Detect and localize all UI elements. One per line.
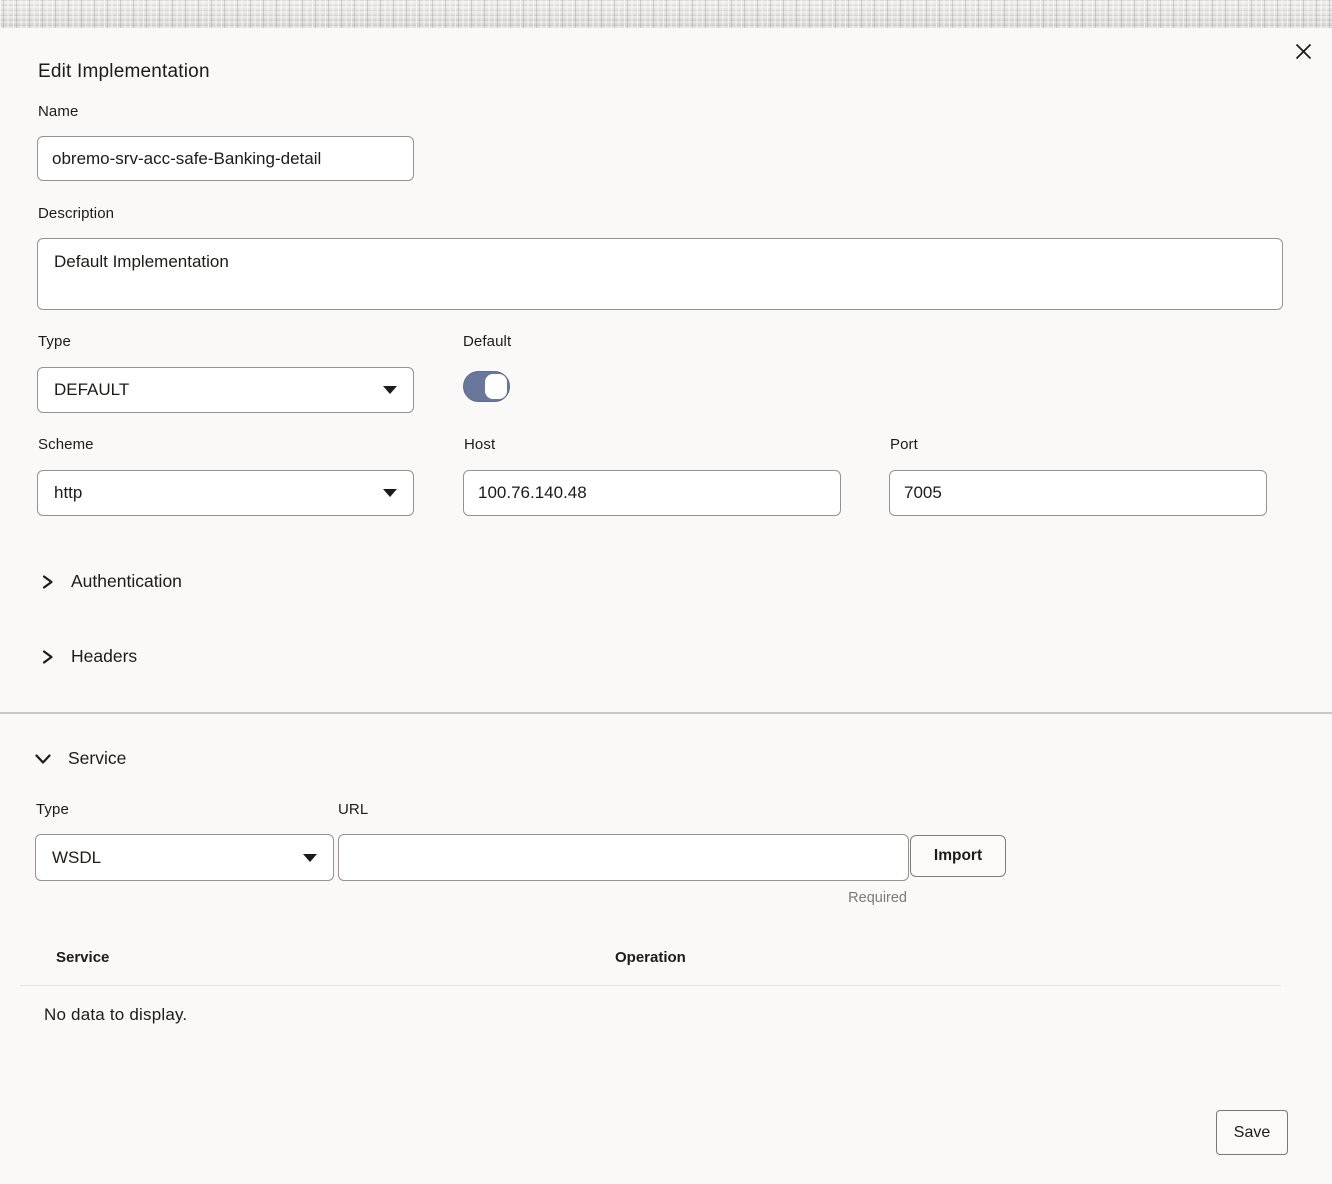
table-header-operation: Operation [615,949,686,966]
dropdown-caret-icon [303,854,317,862]
name-label: Name [38,103,78,120]
service-section-toggle[interactable]: Service [34,748,126,769]
type-select-value: DEFAULT [54,380,129,400]
service-type-select[interactable]: WSDL [35,834,334,881]
table-empty-message: No data to display. [44,1005,187,1025]
scheme-label: Scheme [38,436,94,453]
authentication-section-label: Authentication [71,571,182,592]
close-icon [1294,42,1313,61]
headers-section-label: Headers [71,646,137,667]
host-label: Host [464,436,495,453]
chevron-down-icon [34,752,52,766]
dialog-title: Edit Implementation [38,61,210,83]
toggle-knob [485,374,507,399]
scheme-select[interactable]: http [37,470,414,516]
port-input[interactable] [889,470,1267,516]
headers-section-toggle[interactable]: Headers [40,646,137,667]
dropdown-caret-icon [383,489,397,497]
description-label: Description [38,205,114,222]
close-button[interactable] [1288,36,1318,66]
service-url-label: URL [338,801,368,818]
service-section-label: Service [68,748,126,769]
default-label: Default [463,333,511,350]
service-type-select-value: WSDL [52,848,101,868]
url-required-hint: Required [338,890,907,906]
scheme-select-value: http [54,483,82,503]
import-button[interactable]: Import [910,835,1006,877]
type-select[interactable]: DEFAULT [37,367,414,413]
description-input[interactable]: Default Implementation [37,238,1283,310]
table-header-divider [20,985,1281,986]
service-url-input[interactable] [338,834,909,881]
name-input[interactable] [37,136,414,181]
table-header-service: Service [56,949,109,966]
authentication-section-toggle[interactable]: Authentication [40,571,182,592]
section-divider [0,712,1332,714]
dropdown-caret-icon [383,386,397,394]
page: Edit Implementation Name Description Def… [0,0,1332,1184]
save-button[interactable]: Save [1216,1110,1288,1155]
type-label: Type [38,333,71,350]
edit-implementation-dialog: Edit Implementation Name Description Def… [0,28,1332,1184]
chevron-right-icon [40,649,55,665]
service-type-label: Type [36,801,69,818]
host-input[interactable] [463,470,841,516]
background-page-strip [0,0,1332,28]
port-label: Port [890,436,918,453]
chevron-right-icon [40,574,55,590]
default-toggle[interactable] [463,371,510,402]
